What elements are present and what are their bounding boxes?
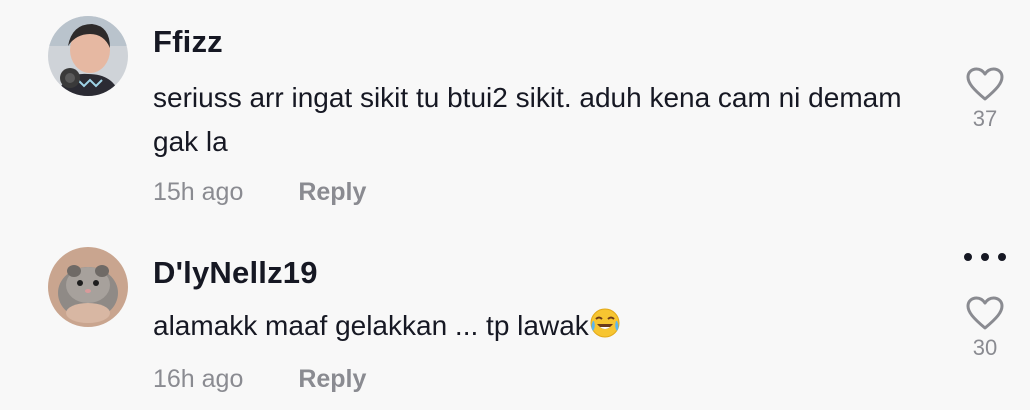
username[interactable]: Ffizz	[153, 24, 223, 60]
more-options-icon[interactable]	[960, 249, 1010, 265]
avatar[interactable]	[48, 16, 128, 96]
comment-text: alamakk maaf gelakkan ... tp lawak	[153, 310, 589, 341]
like-button[interactable]: 37	[958, 66, 1012, 132]
more-dot	[998, 253, 1006, 261]
hamster-photo-avatar	[48, 247, 128, 327]
comment-item: Ffizz seriuss arr ingat sikit tu btui2 s…	[0, 0, 1030, 215]
comment-meta: 16h ago Reply	[153, 365, 366, 394]
timestamp: 15h ago	[153, 178, 244, 206]
timestamp: 16h ago	[153, 365, 244, 393]
comment-item: D'lyNellz19 alamakk maaf gelakkan ... tp…	[0, 215, 1030, 410]
more-dot	[964, 253, 972, 261]
heart-icon	[966, 67, 1004, 101]
comment-text-row: alamakk maaf gelakkan ... tp lawak	[153, 304, 933, 352]
user-photo-avatar	[48, 16, 128, 96]
heart-icon	[966, 296, 1004, 330]
comment-text: seriuss arr ingat sikit tu btui2 sikit. …	[153, 82, 902, 157]
comment-meta: 15h ago Reply	[153, 178, 366, 207]
avatar[interactable]	[48, 247, 128, 327]
username[interactable]: D'lyNellz19	[153, 255, 318, 291]
like-count: 37	[972, 106, 998, 131]
reply-button[interactable]: Reply	[298, 178, 366, 207]
reply-button[interactable]: Reply	[298, 365, 366, 394]
like-button[interactable]: 30	[958, 295, 1012, 361]
more-dot	[981, 253, 989, 261]
face-with-tears-of-joy-icon	[589, 307, 621, 352]
like-count: 30	[972, 335, 998, 360]
